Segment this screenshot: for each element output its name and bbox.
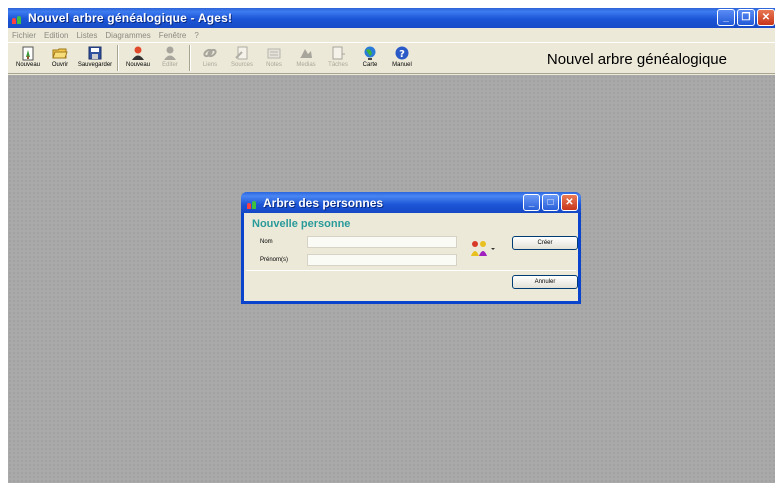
menu-edition[interactable]: Edition — [44, 31, 68, 40]
title-bar[interactable]: Nouvel arbre généalogique - Ages! _ ❐ ✕ — [8, 8, 775, 28]
new-tree-button[interactable]: Nouveau — [12, 43, 44, 73]
person-tree-dialog: Arbre des personnes _ □ ✕ Nouvelle perso… — [241, 192, 581, 304]
menu-listes[interactable]: Listes — [76, 31, 97, 40]
document-title: Nouvel arbre généalogique — [546, 51, 727, 68]
help-icon: ? — [394, 45, 410, 61]
window-title: Nouvel arbre généalogique - Ages! — [28, 11, 233, 25]
new-person-button[interactable]: Nouveau — [122, 43, 154, 73]
sources-icon — [234, 45, 250, 61]
restore-button[interactable]: ❐ — [737, 9, 755, 26]
links-button[interactable]: Liens — [194, 43, 226, 73]
sources-button[interactable]: Sources — [226, 43, 258, 73]
new-tree-icon — [20, 45, 36, 61]
gender-select-icon[interactable] — [470, 239, 498, 257]
cancel-button[interactable]: Annuler — [512, 275, 578, 289]
dialog-minimize-button[interactable]: _ — [523, 194, 540, 211]
prenoms-input[interactable] — [307, 254, 457, 266]
create-button[interactable]: Créer — [512, 236, 578, 250]
svg-text:?: ? — [399, 49, 405, 60]
medias-button[interactable]: Medias — [290, 43, 322, 73]
toolbar-separator — [189, 45, 191, 71]
save-disk-icon — [87, 45, 103, 61]
tasks-icon — [330, 45, 346, 61]
notes-button[interactable]: Notes — [258, 43, 290, 73]
dialog-app-icon — [247, 197, 259, 209]
save-button[interactable]: Sauvegarder — [76, 43, 114, 73]
menu-bar: Fichier Edition Listes Diagrammes Fenêtr… — [8, 28, 775, 42]
manual-button[interactable]: ? Manuel — [386, 43, 418, 73]
dialog-title: Arbre des personnes — [263, 195, 384, 210]
menu-diagrammes[interactable]: Diagrammes — [105, 31, 150, 40]
main-window: Nouvel arbre généalogique - Ages! _ ❐ ✕ … — [8, 8, 775, 483]
notes-icon — [266, 45, 282, 61]
edit-person-icon — [162, 45, 178, 61]
toolbar-separator — [117, 45, 119, 71]
minimize-button[interactable]: _ — [717, 9, 735, 26]
globe-icon — [362, 45, 378, 61]
open-folder-icon — [52, 45, 68, 61]
dialog-maximize-button[interactable]: □ — [542, 194, 559, 211]
medias-icon — [298, 45, 314, 61]
menu-fenetre[interactable]: Fenêtre — [159, 31, 187, 40]
toolbar: Nouveau Ouvrir Sauvegarder Nouveau Edite… — [8, 42, 775, 74]
mdi-workspace: Arbre des personnes _ □ ✕ Nouvelle perso… — [8, 75, 775, 483]
app-icon — [12, 12, 24, 24]
prenoms-label: Prénom(s) — [260, 257, 289, 263]
links-icon — [202, 45, 218, 61]
nom-input[interactable] — [307, 236, 457, 248]
menu-fichier[interactable]: Fichier — [12, 31, 36, 40]
new-person-icon — [130, 45, 146, 61]
dialog-close-button[interactable]: ✕ — [561, 194, 578, 211]
dialog-divider — [246, 270, 576, 271]
dialog-heading: Nouvelle personne — [252, 218, 351, 230]
close-button[interactable]: ✕ — [757, 9, 775, 26]
edit-person-button[interactable]: Editer — [154, 43, 186, 73]
tasks-button[interactable]: Tâches — [322, 43, 354, 73]
menu-help[interactable]: ? — [194, 31, 198, 40]
nom-label: Nom — [260, 239, 273, 245]
dialog-title-bar[interactable]: Arbre des personnes _ □ ✕ — [241, 192, 581, 213]
open-button[interactable]: Ouvrir — [44, 43, 76, 73]
map-button[interactable]: Carte — [354, 43, 386, 73]
